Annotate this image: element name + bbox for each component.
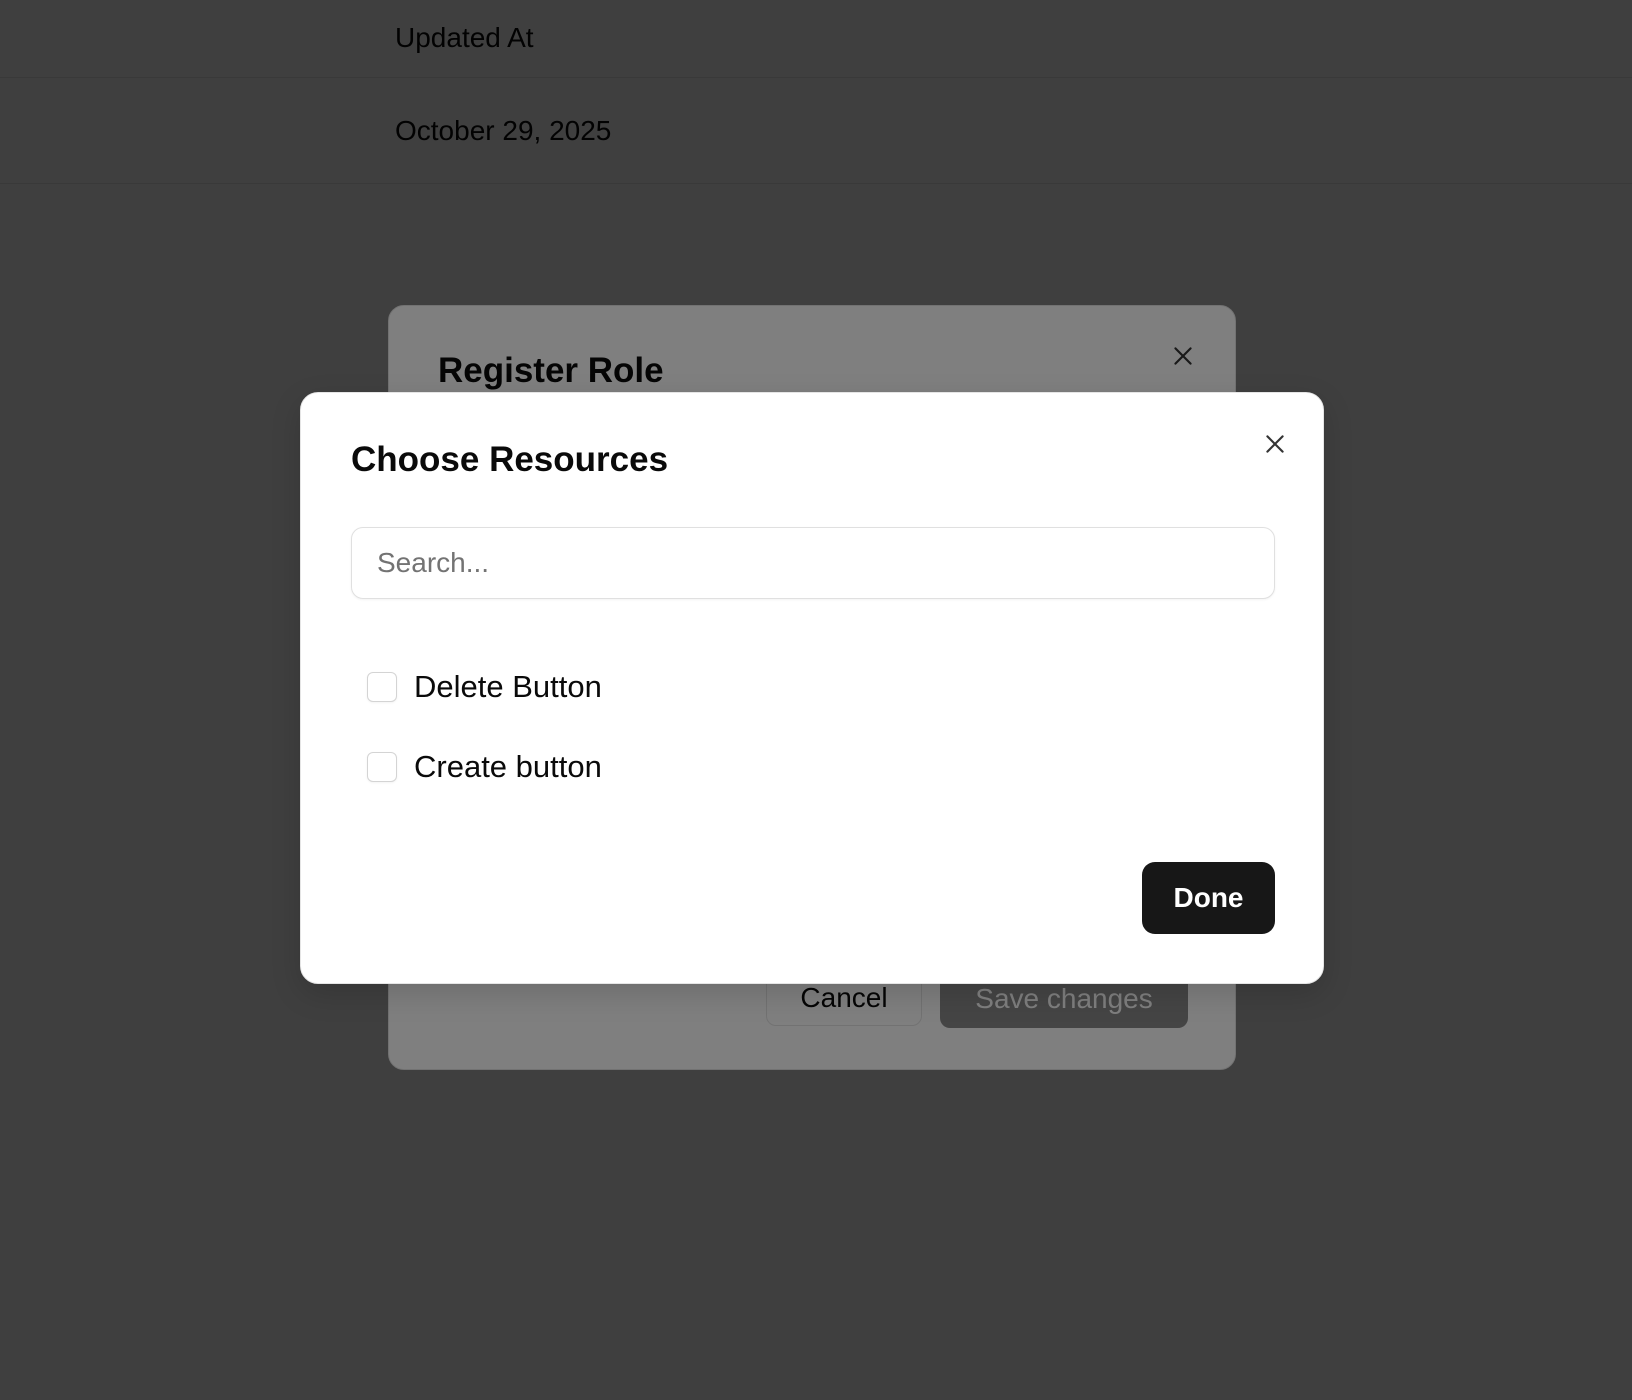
close-icon[interactable] bbox=[1258, 427, 1292, 461]
dialog-title: Choose Resources bbox=[351, 440, 669, 479]
list-item-delete-button[interactable]: Delete Button bbox=[367, 667, 602, 707]
list-item-create-button[interactable]: Create button bbox=[367, 747, 602, 787]
resource-label: Delete Button bbox=[414, 669, 602, 704]
choose-resources-dialog: Choose Resources Delete Button Create bu… bbox=[300, 392, 1324, 984]
checkbox[interactable] bbox=[367, 752, 397, 782]
done-button[interactable]: Done bbox=[1142, 862, 1275, 934]
checkbox[interactable] bbox=[367, 672, 397, 702]
resource-label: Create button bbox=[414, 749, 602, 784]
search-input[interactable] bbox=[351, 527, 1275, 599]
